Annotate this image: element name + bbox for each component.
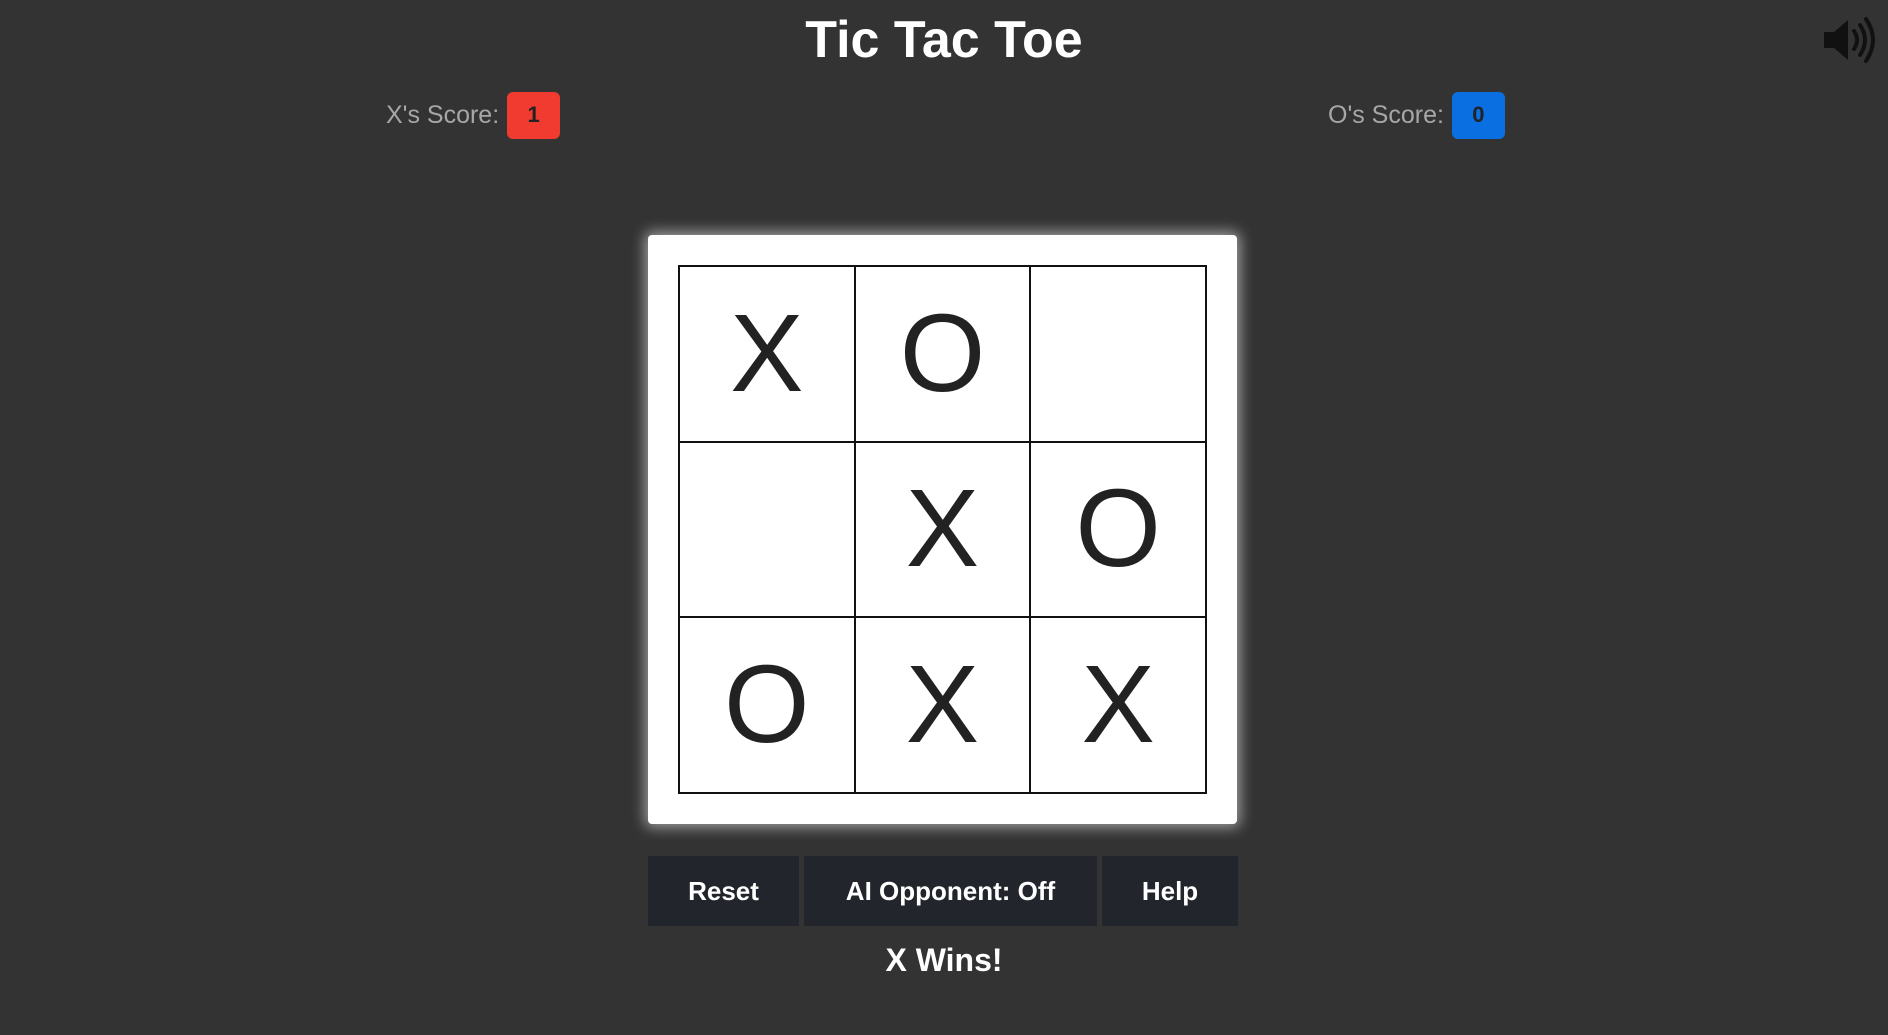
- game-controls: Reset AI Opponent: Off Help: [648, 856, 1238, 926]
- board-cell-8[interactable]: X: [854, 617, 1031, 793]
- board-cell-9[interactable]: X: [1030, 617, 1206, 793]
- o-score: O's Score: 0: [1328, 91, 1505, 139]
- game-board: X O X O O X X: [678, 265, 1207, 794]
- o-score-badge: 0: [1451, 91, 1505, 139]
- o-score-label: O's Score:: [1328, 100, 1444, 129]
- board-cell-1[interactable]: X: [679, 266, 855, 442]
- game-status-message: X Wins!: [885, 942, 1003, 978]
- game-page: Tic Tac Toe X's Score: 1 O's Score: 0 X …: [0, 0, 1888, 1035]
- reset-button[interactable]: Reset: [648, 856, 799, 926]
- speaker-volume-icon: [1824, 17, 1875, 63]
- x-score-label: X's Score:: [386, 100, 500, 129]
- board-cell-4[interactable]: [679, 441, 855, 618]
- ai-opponent-toggle-button[interactable]: AI Opponent: Off: [804, 856, 1097, 926]
- sound-toggle-button[interactable]: [1820, 16, 1876, 64]
- board-cell-7[interactable]: O: [679, 617, 855, 793]
- board-frame: X O X O O X X: [648, 235, 1237, 824]
- board-cell-2[interactable]: O: [854, 266, 1031, 442]
- board-cell-5[interactable]: X: [854, 441, 1031, 618]
- board-cell-6[interactable]: O: [1030, 441, 1206, 618]
- help-button[interactable]: Help: [1102, 856, 1238, 926]
- board-cell-3[interactable]: [1030, 266, 1206, 442]
- page-title: Tic Tac Toe: [805, 11, 1083, 69]
- x-score-badge: 1: [507, 91, 561, 139]
- x-score: X's Score: 1: [386, 91, 561, 139]
